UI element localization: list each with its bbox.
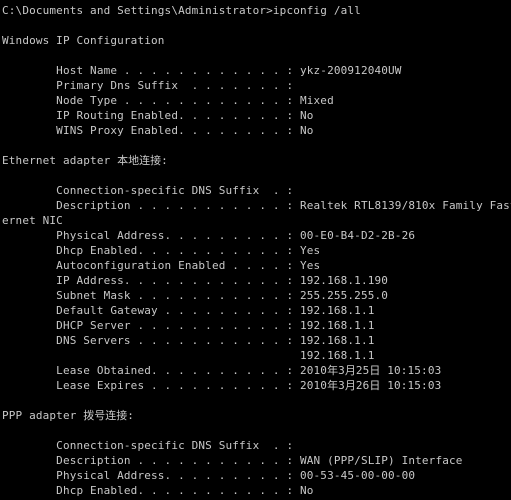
console-text: 3 [338, 379, 345, 392]
console-line: Lease Obtained. . . . . . . . . . : 2010… [2, 363, 511, 378]
console-line: Dhcp Enabled. . . . . . . . . . . : No [2, 484, 314, 497]
console-line: 192.168.1.1 [2, 349, 375, 362]
console-text: 26 [355, 379, 370, 392]
console-text: 10:15:03 [380, 379, 442, 392]
console-cjk-text: 月 [344, 364, 356, 377]
console-cjk-text: 月 [344, 379, 356, 392]
console-line: IP Routing Enabled. . . . . . . . : No [2, 109, 314, 122]
console-line: Description . . . . . . . . . . . : WAN … [2, 454, 463, 467]
console-line: Connection-specific DNS Suffix . : [2, 439, 294, 452]
console-line: Default Gateway . . . . . . . . . : 192.… [2, 304, 375, 317]
console-line: Primary Dns Suffix . . . . . . . : [2, 79, 294, 92]
console-line: Autoconfiguration Enabled . . . . : Yes [2, 259, 321, 272]
console-text: 25 [355, 364, 370, 377]
console-line: Physical Address. . . . . . . . . : 00-5… [2, 469, 416, 482]
console-line: Connection-specific DNS Suffix . : [2, 184, 294, 197]
console-line: Physical Address. . . . . . . . . : 00-E… [2, 229, 416, 242]
console-cjk-text: 年 [327, 379, 339, 392]
console-text: 3 [338, 364, 345, 377]
console-line: Windows IP Configuration [2, 34, 165, 47]
console-line: ernet NIC [2, 214, 63, 227]
console-line: Node Type . . . . . . . . . . . . : Mixe… [2, 94, 334, 107]
console-line: PPP adapter 拨号连接: [2, 408, 511, 423]
command-prompt-console[interactable]: C:\Documents and Settings\Administrator>… [0, 0, 511, 500]
console-line: Description . . . . . . . . . . . : Real… [2, 199, 511, 212]
console-text: 10:15:03 [380, 364, 442, 377]
console-cjk-text: 拨号连接 [83, 409, 128, 422]
console-line: WINS Proxy Enabled. . . . . . . . : No [2, 124, 314, 137]
console-line: Ethernet adapter 本地连接: [2, 153, 511, 168]
console-line: DHCP Server . . . . . . . . . . . : 192.… [2, 319, 375, 332]
console-text: Lease Expires . . . . . . . . . . : 2010 [2, 379, 328, 392]
console-cjk-text: 日 [369, 379, 381, 392]
console-cjk-text: 本地连接 [117, 154, 162, 167]
console-line: Host Name . . . . . . . . . . . . : ykz-… [2, 64, 402, 77]
console-line: IP Address. . . . . . . . . . . . : 192.… [2, 274, 389, 287]
console-line: Lease Expires . . . . . . . . . . : 2010… [2, 378, 511, 393]
console-line: Subnet Mask . . . . . . . . . . . : 255.… [2, 289, 389, 302]
console-text: Lease Obtained. . . . . . . . . . : 2010 [2, 364, 328, 377]
console-text: Ethernet adapter [2, 154, 118, 167]
console-text: : [127, 409, 135, 422]
console-text: PPP adapter [2, 409, 84, 422]
console-line: Dhcp Enabled. . . . . . . . . . . : Yes [2, 244, 321, 257]
console-line: C:\Documents and Settings\Administrator>… [2, 4, 361, 17]
console-cjk-text: 日 [369, 364, 381, 377]
console-cjk-text: 年 [327, 364, 339, 377]
console-text: : [161, 154, 168, 167]
console-line: DNS Servers . . . . . . . . . . . : 192.… [2, 334, 375, 347]
